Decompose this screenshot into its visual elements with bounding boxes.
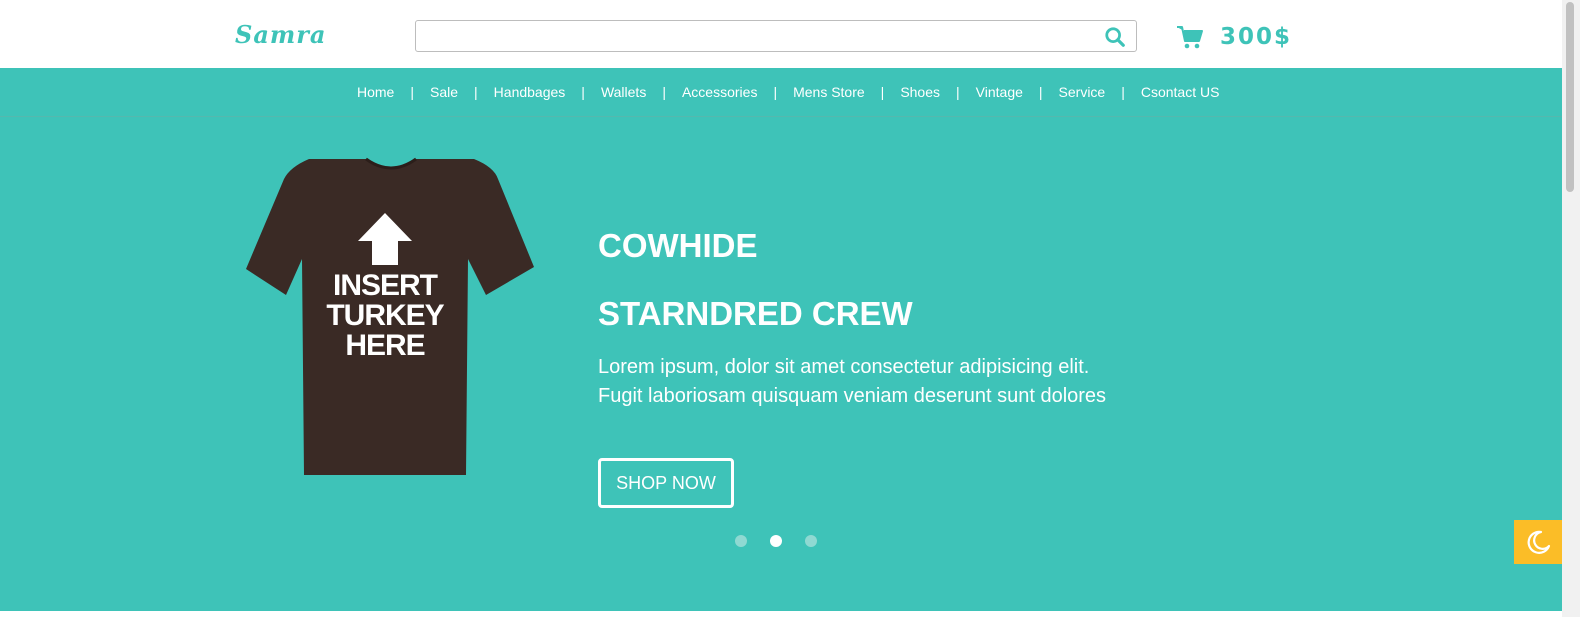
nav-item-vintage[interactable]: Vintage: [976, 84, 1023, 100]
cart-total: 300$: [1220, 24, 1293, 50]
moon-icon: [1527, 530, 1551, 554]
nav-separator: |: [581, 84, 585, 100]
nav-separator: |: [773, 84, 778, 100]
page: Samra 300$ Home | Sale | Handbages | Wal…: [0, 0, 1580, 617]
nav-separator: |: [1121, 84, 1125, 100]
nav-separator: |: [956, 84, 960, 100]
cart-icon[interactable]: [1176, 23, 1204, 51]
nav-item-handbags[interactable]: Handbages: [494, 84, 566, 100]
hero-description: Lorem ipsum, dolor sit amet consectetur …: [598, 356, 1107, 407]
header: Samra 300$: [0, 0, 1562, 68]
shirt-print-line2: TURKEY: [326, 299, 444, 332]
page-scrollbar[interactable]: [1562, 0, 1580, 617]
nav-item-sale[interactable]: Sale: [430, 84, 458, 100]
nav-item-wallets[interactable]: Wallets: [601, 84, 646, 100]
nav-item-accessories[interactable]: Accessories: [682, 84, 757, 100]
search-input[interactable]: [416, 21, 1112, 51]
nav-separator: |: [880, 84, 885, 100]
hero-title-line1: COWHIDE: [598, 227, 758, 264]
slider-dot-2[interactable]: [770, 535, 782, 547]
shirt-print-line3: HERE: [345, 329, 424, 362]
search-bar: [415, 20, 1137, 52]
nav-separator: |: [474, 84, 478, 100]
nav-item-contact[interactable]: Csontact US: [1141, 84, 1220, 100]
slider-dot-1[interactable]: [735, 535, 747, 547]
logo[interactable]: Samra: [235, 20, 326, 49]
product-image: INSERT TURKEY HERE: [246, 157, 534, 475]
nav-separator: |: [1038, 84, 1043, 100]
nav-list: Home | Sale | Handbages | Wallets | Acce…: [357, 68, 1219, 116]
nav-item-service[interactable]: Service: [1059, 84, 1106, 100]
shop-now-button[interactable]: SHOP NOW: [598, 458, 734, 508]
cart[interactable]: 300$: [1176, 20, 1292, 54]
nav-item-shoes[interactable]: Shoes: [900, 84, 940, 100]
main-nav: Home | Sale | Handbages | Wallets | Acce…: [0, 68, 1562, 117]
hero-slider: INSERT TURKEY HERE COWHIDE STARNDRED CRE…: [0, 117, 1562, 611]
nav-item-home[interactable]: Home: [357, 84, 394, 100]
hero-title-line2: STARNDRED CREW: [598, 295, 913, 332]
shirt-print-line1: INSERT: [333, 269, 438, 302]
scrollbar-thumb[interactable]: [1566, 2, 1574, 192]
search-icon[interactable]: [1104, 26, 1126, 48]
nav-separator: |: [662, 84, 666, 100]
nav-separator: |: [410, 84, 414, 100]
slider-dot-3[interactable]: [805, 535, 817, 547]
theme-toggle-button[interactable]: [1514, 520, 1562, 564]
slider-dots: [735, 535, 840, 547]
nav-item-mens-store[interactable]: Mens Store: [793, 84, 865, 100]
